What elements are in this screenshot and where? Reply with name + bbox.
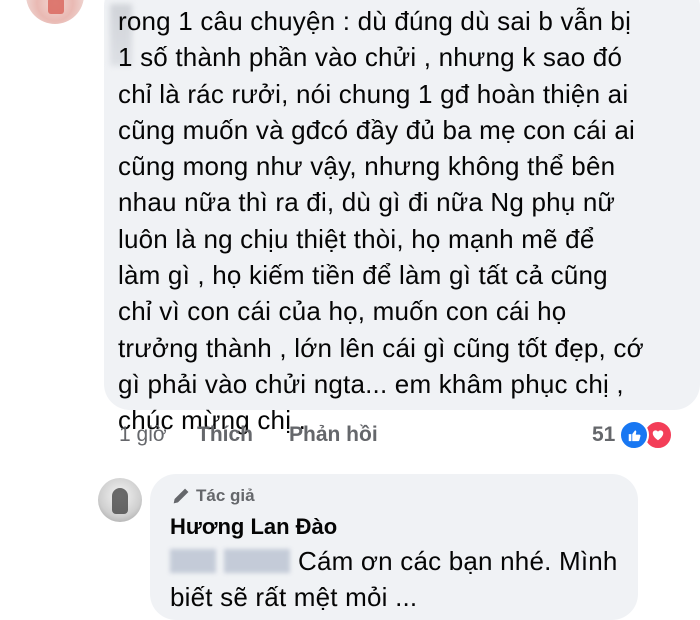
reaction-summary[interactable]: 51 bbox=[592, 420, 674, 450]
author-avatar[interactable] bbox=[98, 478, 142, 522]
commenter-avatar[interactable] bbox=[26, 0, 84, 24]
comment-line: làm gì , họ kiếm tiền để làm gì tất cả c… bbox=[118, 260, 608, 291]
comment-line: trưởng thành , lớn lên cái gì cũng tốt đ… bbox=[118, 332, 644, 363]
redacted-text bbox=[170, 549, 216, 573]
reply-button[interactable]: Phản hồi bbox=[289, 423, 378, 447]
reply-body: Cám ơn các bạn nhé. Mình biết sẽ rất mệt… bbox=[170, 543, 618, 615]
comment-line: luôn là ng chịu thiệt thòi, họ mạnh mẽ đ… bbox=[118, 223, 595, 254]
author-badge-label: Tác giả bbox=[196, 486, 255, 505]
like-reaction-icon bbox=[619, 420, 650, 450]
comment-line: chỉ là rác rưởi, nói chung 1 gđ hoàn thi… bbox=[118, 78, 629, 109]
comment-body: rong 1 câu chuyện : dù đúng dù sai b vẫn… bbox=[118, 3, 644, 439]
comment-line: rong 1 câu chuyện : dù đúng dù sai b vẫn… bbox=[118, 6, 632, 36]
reply-author-name[interactable]: Hương Lan Đào bbox=[170, 514, 337, 540]
comment-line: 1 số thành phần vào chửi , nhưng k sao đ… bbox=[118, 42, 623, 73]
reply-line: Cám ơn các bạn nhé. Mình bbox=[298, 546, 618, 576]
pen-icon bbox=[173, 488, 189, 504]
like-button[interactable]: Thích bbox=[197, 423, 253, 447]
author-badge: Tác giả bbox=[172, 486, 255, 506]
comment-line: chỉ vì con cái của họ, muốn con cái họ bbox=[118, 296, 567, 327]
redacted-text bbox=[224, 549, 290, 573]
comment-line: cũng muốn và gđcó đầy đủ ba mẹ con cái a… bbox=[118, 114, 635, 145]
comment-line: cũng mong như vậy, nhưng không thể bên bbox=[118, 151, 616, 182]
comment-line: nhau nữa thì ra đi, dù gì đi nữa Ng phụ … bbox=[118, 187, 616, 218]
comment-timestamp[interactable]: 1 giờ bbox=[119, 423, 167, 447]
comment-line: gì phải vào chửi ngta... em khâm phục ch… bbox=[118, 368, 624, 399]
reaction-count: 51 bbox=[592, 423, 616, 446]
reply-line: biết sẽ rất mệt mỏi ... bbox=[170, 582, 418, 612]
